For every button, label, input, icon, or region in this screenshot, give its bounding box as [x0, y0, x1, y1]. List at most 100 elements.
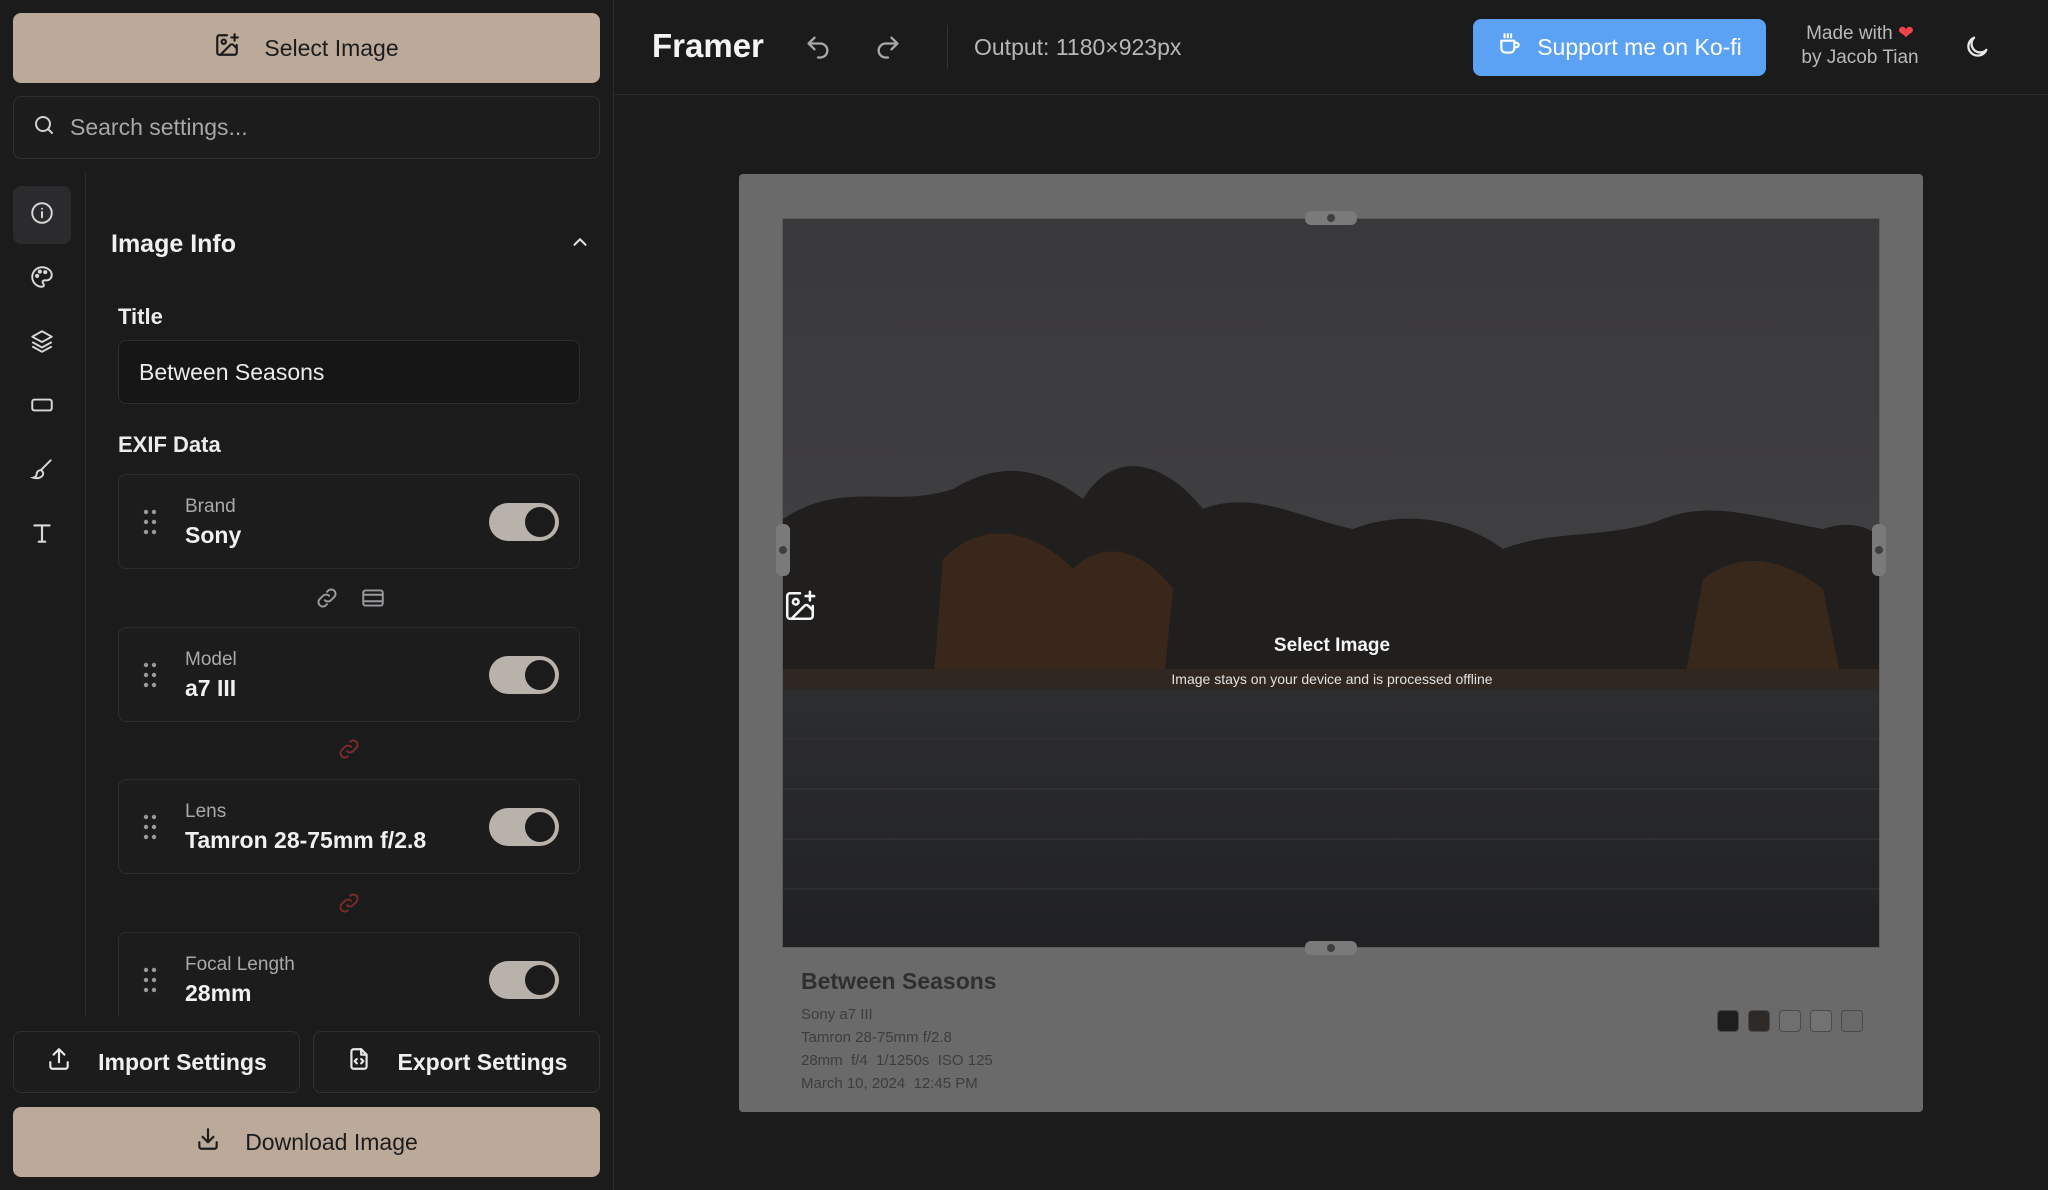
caption-line: Tamron 28-75mm f/2.8 — [801, 1029, 952, 1046]
exif-item-label: Focal Length — [185, 954, 295, 975]
drag-handle-icon[interactable] — [143, 509, 157, 540]
title-input[interactable] — [118, 340, 580, 404]
title-label: Title — [118, 304, 163, 329]
app-title: Framer — [652, 27, 764, 64]
coffee-cup-icon — [1497, 32, 1523, 64]
chevron-up-icon[interactable] — [569, 231, 591, 258]
undo-icon[interactable] — [804, 33, 832, 66]
separator-icon[interactable] — [360, 585, 386, 616]
link-controls — [314, 585, 386, 616]
link-icon[interactable] — [314, 585, 340, 616]
rail-text-button[interactable] — [13, 506, 71, 564]
layers-icon — [29, 328, 55, 359]
search-input[interactable] — [70, 114, 590, 141]
exif-item-value: Tamron 28-75mm f/2.8 — [185, 827, 427, 853]
color-palette — [1717, 1010, 1863, 1032]
exif-toggle[interactable] — [489, 503, 559, 541]
resize-handle-left[interactable] — [776, 524, 790, 576]
exif-item-value: 28mm — [185, 980, 252, 1006]
exif-toggle[interactable] — [489, 808, 559, 846]
landscape-photo — [783, 219, 1879, 947]
brush-icon — [29, 456, 55, 487]
frame-preview: Select Image Image stays on your device … — [739, 174, 1923, 1112]
info-icon — [29, 200, 55, 231]
upload-icon — [46, 1046, 72, 1078]
download-image-button[interactable]: Download Image — [13, 1107, 600, 1177]
section-title: Image Info — [111, 230, 237, 258]
rail-frame-button[interactable] — [13, 378, 71, 436]
made-with-text: Made with — [1806, 23, 1893, 44]
author-name: by Jacob Tian — [1801, 47, 1919, 68]
resize-handle-top[interactable] — [1305, 211, 1357, 225]
sidebar: Select Image Search settings... Image In… — [0, 0, 614, 1190]
toggle-knob — [525, 660, 555, 690]
photo[interactable]: Select Image Image stays on your device … — [782, 218, 1880, 948]
import-settings-button[interactable]: Import Settings — [13, 1031, 300, 1093]
export-settings-button[interactable]: Export Settings — [313, 1031, 600, 1093]
exif-item-model: Model a7 III — [118, 627, 580, 722]
caption-title: Between Seasons — [801, 968, 997, 994]
select-image-button[interactable]: Select Image — [13, 13, 600, 83]
exif-item-lens: Lens Tamron 28-75mm f/2.8 — [118, 779, 580, 874]
color-swatch[interactable] — [1748, 1010, 1770, 1032]
rail-brush-button[interactable] — [13, 442, 71, 500]
import-settings-label: Import Settings — [98, 1048, 267, 1075]
search-icon — [32, 113, 56, 142]
exif-toggle[interactable] — [489, 656, 559, 694]
color-swatch[interactable] — [1717, 1010, 1739, 1032]
download-icon — [195, 1126, 221, 1158]
output-size: Output: 1180×923px — [974, 34, 1182, 60]
caption-line: 28mm f/4 1/1250s ISO 125 — [801, 1052, 993, 1069]
resize-handle-bottom[interactable] — [1305, 941, 1357, 955]
toggle-knob — [525, 507, 555, 537]
kofi-button[interactable]: Support me on Ko-fi — [1473, 19, 1766, 76]
caption-line: March 10, 2024 12:45 PM — [801, 1075, 978, 1092]
heart-icon: ❤ — [1897, 23, 1914, 44]
top-bar: Framer Output: 1180×923px Support me on … — [614, 0, 2048, 95]
exif-toggle[interactable] — [489, 961, 559, 999]
select-image-label: Select Image — [264, 34, 399, 61]
text-icon — [29, 520, 55, 551]
toggle-knob — [525, 965, 555, 995]
caption-line: Sony a7 III — [801, 1006, 873, 1023]
exif-label: EXIF Data — [118, 432, 221, 457]
download-image-label: Download Image — [245, 1128, 418, 1155]
drag-handle-icon[interactable] — [143, 662, 157, 693]
color-swatch[interactable] — [1841, 1010, 1863, 1032]
file-code-icon — [346, 1046, 372, 1078]
divider — [947, 25, 948, 69]
drag-handle-icon[interactable] — [143, 967, 157, 998]
search-box — [13, 96, 600, 159]
color-swatch[interactable] — [1810, 1010, 1832, 1032]
overlay-subtitle: Image stays on your device and is proces… — [1171, 671, 1493, 687]
resize-handle-right[interactable] — [1872, 524, 1886, 576]
exif-item-focal-length: Focal Length 28mm — [118, 932, 580, 1017]
drag-handle-icon[interactable] — [143, 814, 157, 845]
exif-item-value: a7 III — [185, 675, 237, 701]
rail-info-button[interactable] — [13, 186, 71, 244]
settings-rail — [0, 172, 86, 1017]
unlink-icon[interactable] — [336, 736, 362, 767]
exif-item-label: Lens — [185, 801, 227, 822]
unlink-icon[interactable] — [336, 890, 362, 921]
frame-icon — [29, 392, 55, 423]
kofi-label: Support me on Ko-fi — [1537, 34, 1742, 60]
image-plus-icon — [783, 589, 1879, 623]
exif-item-label: Brand — [185, 496, 236, 517]
toggle-knob — [525, 812, 555, 842]
select-image-overlay[interactable]: Select Image Image stays on your device … — [783, 589, 1879, 687]
exif-item-value: Sony — [185, 522, 242, 548]
redo-icon[interactable] — [874, 33, 902, 66]
color-swatch[interactable] — [1779, 1010, 1801, 1032]
image-info-header[interactable]: Image Info — [111, 230, 591, 259]
exif-item-brand: Brand Sony — [118, 474, 580, 569]
rail-palette-button[interactable] — [13, 250, 71, 308]
palette-icon — [29, 264, 55, 295]
rail-layers-button[interactable] — [13, 314, 71, 372]
image-plus-icon — [214, 32, 240, 64]
moon-icon[interactable] — [1963, 33, 1991, 66]
overlay-title: Select Image — [1273, 635, 1391, 656]
export-settings-label: Export Settings — [397, 1048, 568, 1075]
made-with[interactable]: Made with ❤ by Jacob Tian — [1790, 22, 1930, 70]
settings-panel: Image Info Title EXIF Data Brand Sony — [86, 172, 614, 1017]
